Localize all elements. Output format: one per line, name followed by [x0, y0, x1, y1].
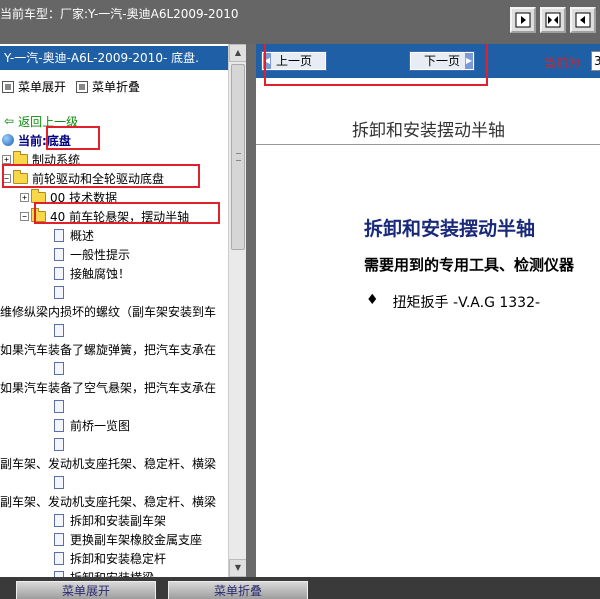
document-icon [54, 475, 64, 489]
menu-collapse-link[interactable]: 菜单折叠 [92, 78, 140, 95]
document-icon [54, 323, 64, 337]
current-page-label: 当前为 [544, 56, 581, 70]
tree-item-replace-bushing[interactable]: 更换副车架橡胶金属支座 [54, 530, 202, 548]
tree-item-remove-subframe[interactable]: 拆卸和安装副车架 [54, 511, 166, 529]
bottom-menu-collapse-button[interactable]: 菜单折叠 [168, 581, 308, 599]
tree-item-repair-thread[interactable]: 维修纵梁内损坏的螺纹（副车架安装到车 [0, 302, 216, 320]
document-icon [54, 399, 64, 413]
tool-name: 扭矩扳手 -V.A.G 1332- [392, 295, 541, 311]
header-divider [256, 144, 600, 145]
expand-menu-icon[interactable] [2, 80, 14, 93]
pane-splitter[interactable] [246, 44, 256, 577]
tree-item-remove-stabilizer[interactable]: 拆卸和安装稳定杆 [54, 549, 166, 567]
tree-item-corrosion[interactable]: 接触腐蚀！ [54, 264, 130, 282]
back-arrow-icon: ⇦ [4, 114, 15, 128]
document-icon [54, 513, 64, 527]
document-icon [54, 285, 64, 299]
document-icon [54, 437, 64, 451]
globe-icon [2, 134, 14, 146]
tree-item-remove-crossbeam[interactable]: 拆卸和安装横梁 [54, 568, 154, 577]
menu-controls: 菜单展开 菜单折叠 [2, 78, 140, 95]
bottom-menu-expand-button[interactable]: 菜单展开 [16, 581, 156, 599]
bullet-icon: ♦ [366, 292, 379, 308]
document-icon [54, 551, 64, 565]
grip-icon [236, 153, 241, 161]
document-icon [54, 532, 64, 546]
document-pane: ◀ 上一页 下一页 ▶ 当前为 3 拆卸和安装摆动半轴 拆卸和安装摆动半轴 需要… [256, 44, 600, 577]
tree-item-subframe-1[interactable]: 副车架、发动机支座托架、稳定杆、横梁 [0, 454, 216, 472]
tree-item-coil-spring[interactable]: 如果汽车装备了螺旋弹簧，把汽车支承在 [0, 340, 216, 358]
document-icon [54, 418, 64, 432]
collapse-view-icon [575, 12, 591, 28]
folder-icon [13, 150, 28, 165]
tree-item-axle-overview[interactable]: 前桥一览图 [54, 416, 130, 434]
tree-item-doc[interactable] [54, 435, 70, 453]
split-view-button[interactable] [540, 7, 566, 33]
tree-item-blank[interactable] [54, 283, 70, 301]
tree-item-doc[interactable] [54, 321, 70, 339]
split-view-icon [545, 12, 561, 28]
document-icon [54, 228, 64, 242]
tree-item-doc[interactable] [54, 359, 70, 377]
document-icon [54, 247, 64, 261]
tree-item-air-suspension[interactable]: 如果汽车装备了空气悬架，把汽车支承在 [0, 378, 216, 396]
document-header: 拆卸和安装摆动半轴 [352, 121, 505, 141]
tree-item-overview[interactable]: 概述 [54, 226, 94, 244]
scroll-down-icon[interactable]: ▼ [229, 559, 246, 577]
highlight-current [46, 126, 100, 150]
category-header: Y-一汽-奥迪-A6L-2009-2010- 底盘. [0, 46, 228, 70]
vehicle-model-title: 当前车型：厂家:Y-一汽-奥迪A6L2009-2010 [0, 7, 239, 21]
expand-icon[interactable]: + [20, 192, 29, 202]
tree-item-doc[interactable] [54, 473, 70, 491]
highlight-fwd-awd [2, 164, 200, 188]
tree-item-doc[interactable] [54, 397, 70, 415]
folder-icon [31, 188, 46, 203]
tree-item-subframe-2[interactable]: 副车架、发动机支座托架、稳定杆、横梁 [0, 492, 216, 510]
expand-view-button[interactable] [510, 7, 536, 33]
expand-view-icon [515, 12, 531, 28]
special-tools-heading: 需要用到的专用工具、检测仪器 [364, 256, 575, 274]
scroll-up-icon[interactable]: ▲ [229, 44, 246, 62]
collapse-icon[interactable]: − [20, 211, 29, 221]
scroll-thumb[interactable] [231, 64, 245, 250]
document-icon [54, 361, 64, 375]
menu-expand-link[interactable]: 菜单展开 [18, 78, 66, 95]
left-navigation-pane: Y-一汽-奥迪-A6L-2009-2010- 底盘. 菜单展开 菜单折叠 ⇦ 返… [0, 44, 246, 577]
highlight-page-nav [264, 44, 488, 86]
expand-icon[interactable]: + [2, 154, 11, 164]
title-bar: 当前车型：厂家:Y-一汽-奥迪A6L2009-2010 [0, 0, 600, 44]
collapse-menu-icon[interactable] [76, 80, 89, 93]
document-icon [54, 266, 64, 280]
highlight-front-suspension [34, 202, 220, 224]
tool-list-item: ♦ 扭矩扳手 -V.A.G 1332- [366, 292, 540, 312]
tree-scrollbar[interactable]: ▲ ▼ [228, 44, 246, 577]
tree-item-general[interactable]: 一般性提示 [54, 245, 130, 263]
collapse-view-button[interactable] [570, 7, 596, 33]
document-title: 拆卸和安装摆动半轴 [364, 218, 536, 240]
current-page-field[interactable]: 3 [591, 51, 600, 71]
bottom-toolbar: 菜单展开 菜单折叠 [0, 577, 600, 599]
